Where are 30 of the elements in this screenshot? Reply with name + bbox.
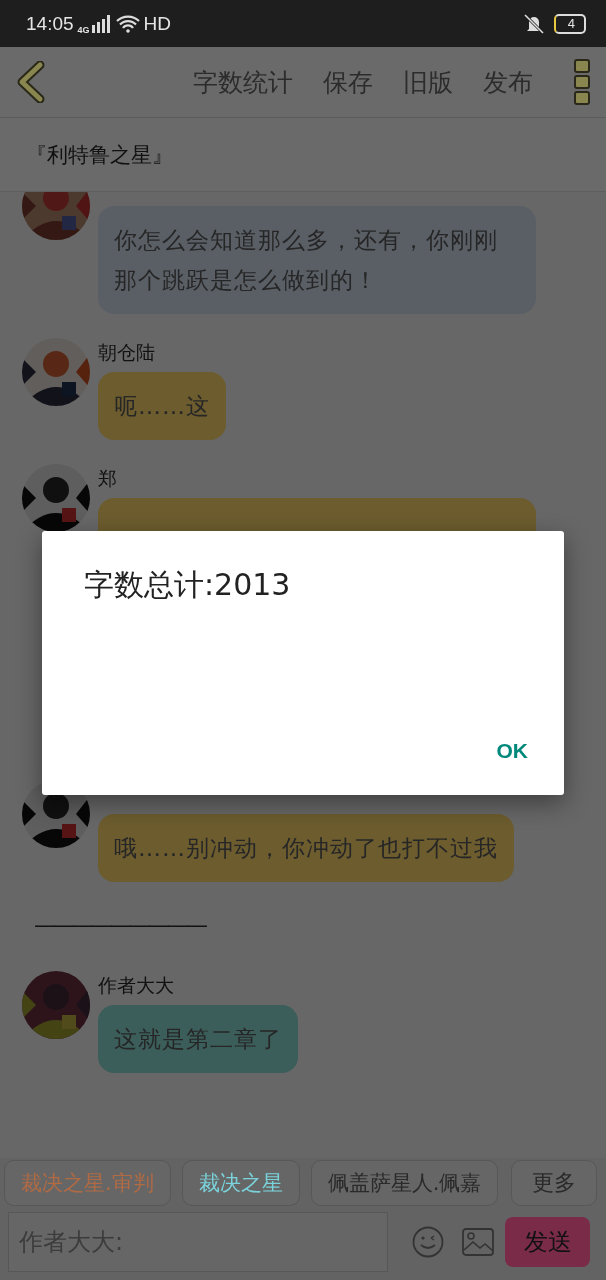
signal-icon	[91, 14, 112, 33]
message-bubble: 哦……别冲动，你冲动了也打不过我	[98, 814, 514, 882]
chapter-title: 『利特鲁之星』	[26, 141, 173, 169]
clock-time: 14:05	[26, 12, 74, 35]
character-chip[interactable]: 裁决之星.审判	[4, 1160, 171, 1206]
message-bubble: 这就是第二章了	[98, 1005, 298, 1073]
message-bubble: 呃……这	[98, 372, 226, 440]
network-type: 4G	[77, 24, 90, 35]
menu-icon[interactable]	[574, 59, 590, 105]
word-count-message: 字数总计:2013	[84, 566, 292, 604]
header-action[interactable]: 发布	[468, 65, 548, 99]
character-chip[interactable]: 佩盖萨星人.佩嘉	[310, 1160, 499, 1206]
scene-separator: —————————	[33, 911, 207, 939]
header-action[interactable]: 旧版	[388, 65, 468, 99]
header-action[interactable]: 字数统计	[178, 65, 308, 99]
sender-name: 朝仓陆	[98, 341, 155, 363]
sender-name: 郑	[98, 467, 117, 489]
character-chip[interactable]: 裁决之星	[181, 1160, 300, 1206]
sender-name: 作者大大	[98, 974, 174, 996]
send-button[interactable]: 发送	[505, 1217, 590, 1267]
image-icon[interactable]	[462, 1228, 494, 1256]
emoji-icon[interactable]	[412, 1226, 444, 1258]
more-button[interactable]: 更多	[511, 1160, 597, 1206]
message-bubble: 你怎么会知道那么多，还有，你刚刚那个跳跃是怎么做到的！	[98, 206, 536, 314]
header-action[interactable]: 保存	[308, 65, 388, 99]
ok-button[interactable]: OK	[480, 729, 544, 773]
wifi-icon	[115, 14, 140, 33]
hd-label: HD	[143, 12, 171, 35]
mute-icon	[521, 12, 546, 35]
battery-indicator: 4	[553, 13, 586, 34]
